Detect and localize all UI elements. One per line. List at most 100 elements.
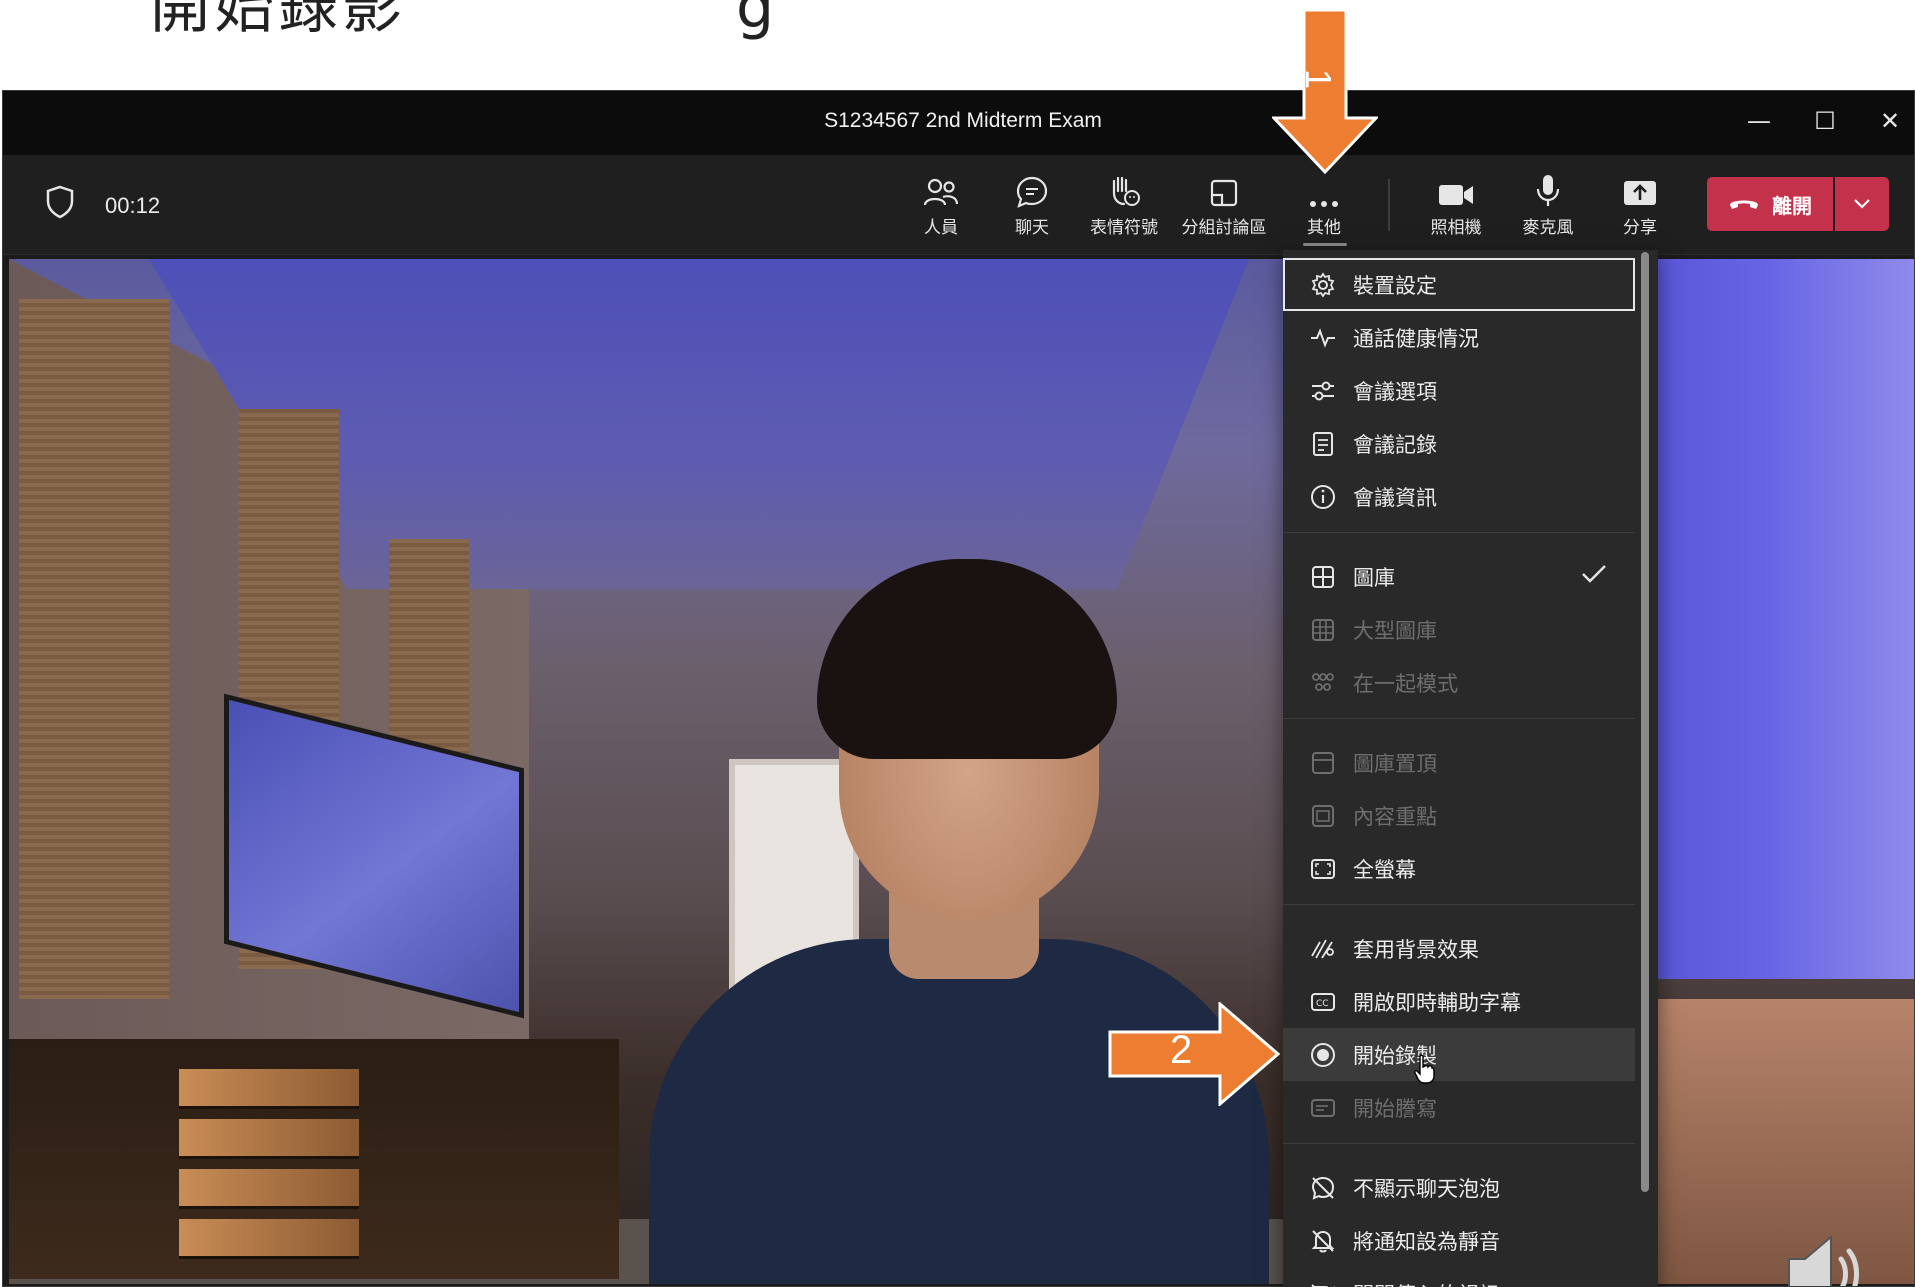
fullscreen-icon <box>1307 858 1339 880</box>
camera-icon <box>1411 167 1501 213</box>
menu-item-turn-off-incoming-video[interactable]: 關閉傳入的視訊 <box>1283 1267 1635 1287</box>
chevron-down-icon <box>1853 195 1871 214</box>
menu-item-focus-content: 內容重點 <box>1283 789 1635 842</box>
leave-label: 離開 <box>1772 193 1812 218</box>
speaker-icon <box>1781 1229 1871 1286</box>
video-bg-panel <box>19 299 169 999</box>
menu-scrollbar[interactable] <box>1641 252 1649 1192</box>
checkmark-icon <box>1581 564 1607 589</box>
menu-item-label: 圖庫 <box>1353 565 1395 590</box>
leave-button[interactable]: 離開 <box>1707 177 1833 231</box>
menu-item-label: 通話健康情況 <box>1353 326 1479 351</box>
meeting-toolbar: 00:12 人員 聊天 表情符號 分組討論區 其他 照相機 麥克風 分享 離開 <box>3 155 1914 255</box>
more-options-menu: 裝置設定 通話健康情況 會議選項 會議記錄 會議資訊 圖庫 大型圖庫 在一起模式… <box>1283 250 1658 1287</box>
menu-divider <box>1283 532 1635 533</box>
breakout-rooms-label: 分組討論區 <box>1181 218 1267 238</box>
camera-button[interactable]: 照相機 <box>1411 167 1501 247</box>
hang-up-icon <box>1728 192 1760 216</box>
chat-button[interactable]: 聊天 <box>987 167 1077 247</box>
breakout-rooms-button[interactable]: 分組討論區 <box>1179 167 1269 247</box>
pulse-icon <box>1307 327 1339 348</box>
annotation-arrow-2: 2 <box>1108 1000 1281 1110</box>
share-button[interactable]: 分享 <box>1595 167 1685 247</box>
menu-item-gallery-at-top: 圖庫置頂 <box>1283 736 1635 789</box>
active-tab-indicator <box>1303 243 1347 246</box>
maximize-button[interactable]: ☐ <box>1803 101 1847 141</box>
share-icon <box>1595 167 1685 213</box>
toolbar-divider <box>1388 179 1390 231</box>
reaction-icon <box>1079 167 1169 213</box>
menu-item-label: 大型圖庫 <box>1353 618 1437 643</box>
video-bg-drawer <box>179 1069 359 1109</box>
menu-item-hide-chat-bubbles[interactable]: 不顯示聊天泡泡 <box>1283 1161 1635 1214</box>
chat-bubble-off-icon <box>1307 1175 1339 1201</box>
close-icon: ✕ <box>1879 107 1901 135</box>
menu-item-start-recording[interactable]: 開始錄製 <box>1283 1028 1635 1081</box>
video-off-icon <box>1307 1283 1339 1287</box>
slide-title: 開始錄影 g <box>150 0 778 45</box>
gallery-top-icon <box>1307 751 1339 775</box>
video-bg-drawer <box>179 1169 359 1209</box>
slide-header: 開始錄影 g <box>0 0 1915 92</box>
people-button[interactable]: 人員 <box>896 167 986 247</box>
microphone-button[interactable]: 麥克風 <box>1503 167 1593 247</box>
menu-item-label: 開始謄寫 <box>1353 1096 1437 1121</box>
svg-text:CC: CC <box>1316 999 1329 1009</box>
person-hair <box>817 559 1117 759</box>
menu-divider <box>1283 1143 1635 1144</box>
people-label: 人員 <box>924 218 958 238</box>
sliders-icon <box>1307 380 1339 402</box>
info-icon <box>1307 484 1339 510</box>
close-button[interactable]: ✕ <box>1868 101 1912 141</box>
share-label: 分享 <box>1623 218 1657 238</box>
menu-item-label: 在一起模式 <box>1353 671 1458 696</box>
annotation-number-1: 1 <box>1298 68 1340 90</box>
reactions-button[interactable]: 表情符號 <box>1079 167 1169 247</box>
video-bg-cabinet <box>9 1039 619 1279</box>
menu-divider <box>1283 718 1635 719</box>
person-body <box>649 939 1269 1284</box>
captions-icon: CC <box>1307 992 1339 1012</box>
transcript-icon <box>1307 1098 1339 1118</box>
menu-item-meeting-notes[interactable]: 會議記錄 <box>1283 417 1635 470</box>
menu-item-call-health[interactable]: 通話健康情況 <box>1283 311 1635 364</box>
minimize-icon: — <box>1747 107 1771 135</box>
menu-item-background-effects[interactable]: 套用背景效果 <box>1283 922 1635 975</box>
leave-options-button[interactable] <box>1835 177 1889 231</box>
menu-item-label: 圖庫置頂 <box>1353 751 1437 776</box>
menu-item-meeting-info[interactable]: 會議資訊 <box>1283 470 1635 523</box>
microphone-label: 麥克風 <box>1522 218 1574 238</box>
chat-icon <box>987 167 1077 213</box>
minimize-button[interactable]: — <box>1737 101 1781 141</box>
menu-item-device-settings[interactable]: 裝置設定 <box>1283 258 1635 311</box>
menu-item-start-transcription: 開始謄寫 <box>1283 1081 1635 1134</box>
menu-item-label: 開啟即時輔助字幕 <box>1353 990 1521 1015</box>
menu-item-fullscreen[interactable]: 全螢幕 <box>1283 842 1635 895</box>
more-label: 其他 <box>1307 218 1341 238</box>
notes-icon <box>1307 431 1339 457</box>
menu-item-meeting-options[interactable]: 會議選項 <box>1283 364 1635 417</box>
menu-item-live-captions[interactable]: CC 開啟即時輔助字幕 <box>1283 975 1635 1028</box>
together-mode-icon <box>1307 671 1339 695</box>
menu-item-label: 會議選項 <box>1353 379 1437 404</box>
reactions-label: 表情符號 <box>1090 218 1158 238</box>
menu-divider <box>1283 904 1635 905</box>
menu-item-label: 會議資訊 <box>1353 485 1437 510</box>
large-gallery-icon <box>1307 618 1339 642</box>
more-button[interactable]: 其他 <box>1279 167 1369 247</box>
title-bar: S1234567 2nd Midterm Exam — ☐ ✕ <box>3 91 1914 155</box>
annotation-number-2: 2 <box>1170 1028 1193 1072</box>
annotation-arrow-1: 1 <box>1270 8 1380 178</box>
gallery-icon <box>1307 565 1339 589</box>
gear-icon <box>1307 271 1339 298</box>
slide-title-left: 開始錄影 <box>150 0 406 42</box>
record-icon <box>1307 1042 1339 1068</box>
menu-item-label: 套用背景效果 <box>1353 937 1479 962</box>
hand-cursor-icon <box>1413 1054 1435 1088</box>
chat-label: 聊天 <box>1015 218 1049 238</box>
menu-item-gallery[interactable]: 圖庫 <box>1283 550 1635 603</box>
background-effects-icon <box>1307 938 1339 960</box>
menu-item-mute-notifications[interactable]: 將通知設為靜音 <box>1283 1214 1635 1267</box>
menu-item-label: 內容重點 <box>1353 804 1437 829</box>
window-title: S1234567 2nd Midterm Exam <box>824 109 1102 132</box>
